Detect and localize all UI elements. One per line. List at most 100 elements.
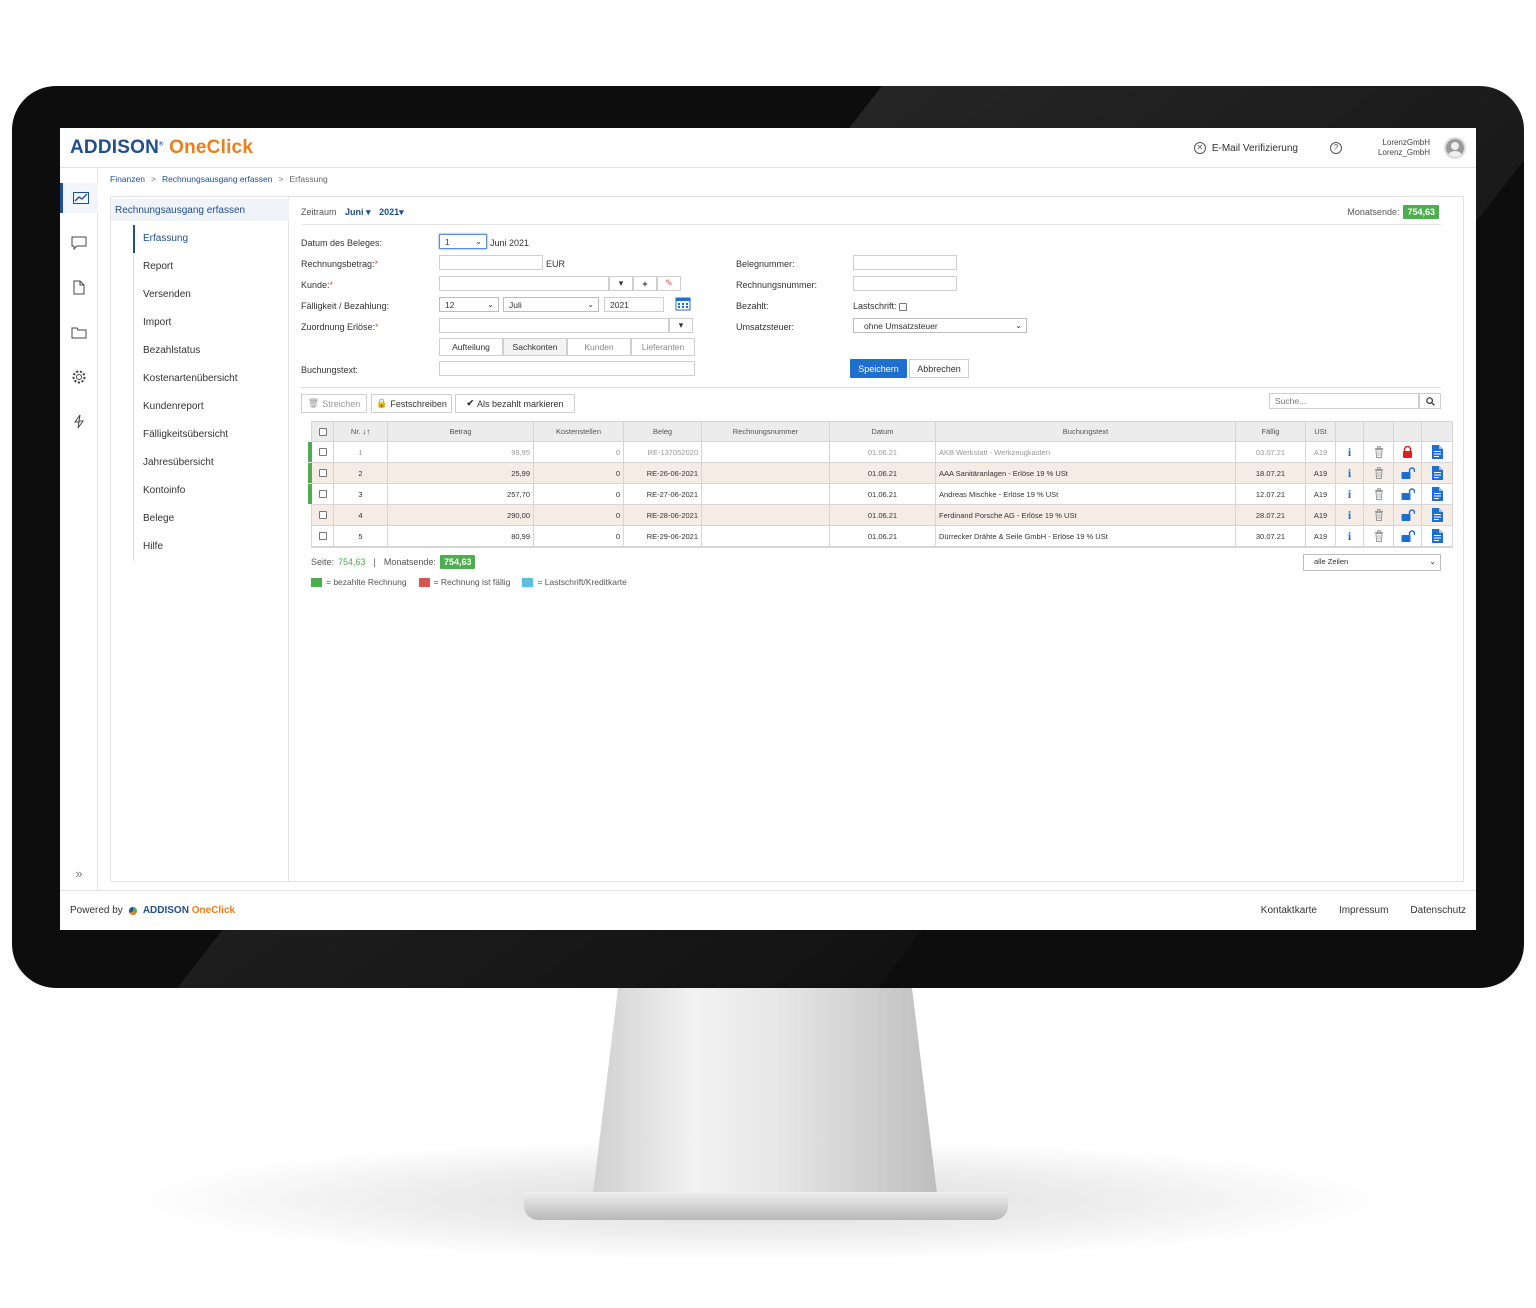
lastschrift-checkbox[interactable] bbox=[899, 302, 908, 311]
footer-link-kontaktkarte[interactable]: Kontaktkarte bbox=[1261, 905, 1317, 916]
subnav-item-4[interactable]: Bezahlstatus bbox=[134, 337, 289, 365]
table-row[interactable]: 4 290,00 0 RE-28-06-2021 01.06.21 Ferdinand P… bbox=[312, 505, 1452, 526]
header-ust[interactable]: USt bbox=[1306, 422, 1336, 441]
ust-select[interactable]: ohne Umsatzsteuer ⌄ bbox=[853, 318, 1027, 333]
table-row[interactable]: 5 80,99 0 RE-29-06-2021 01.06.21 Dürrecker Dr… bbox=[312, 526, 1452, 547]
unlock-icon[interactable] bbox=[1394, 526, 1422, 546]
breadcrumb-rechnungsausgang[interactable]: Rechnungsausgang erfassen bbox=[162, 174, 273, 184]
row-checkbox[interactable] bbox=[312, 463, 334, 483]
streichen-button[interactable]: 🗑 Streichen bbox=[301, 394, 367, 413]
row-checkbox[interactable] bbox=[312, 484, 334, 504]
belegnummer-input[interactable] bbox=[853, 255, 957, 270]
document-icon[interactable] bbox=[1422, 505, 1452, 525]
search-input[interactable]: Suche... bbox=[1269, 393, 1419, 409]
subnav-item-0[interactable]: Erfassung bbox=[133, 225, 289, 253]
table-row[interactable]: 1 99,95 0 RE-137052020 01.06.21 AKB Werkstatt… bbox=[308, 442, 1452, 463]
cancel-button[interactable]: Abbrechen bbox=[909, 359, 969, 378]
header-kostenstellen[interactable]: Kostenstellen bbox=[534, 422, 624, 441]
info-icon[interactable]: i bbox=[1336, 484, 1364, 504]
tab-sachkonten[interactable]: Sachkonten bbox=[503, 338, 567, 356]
add-icon[interactable]: + bbox=[633, 276, 657, 291]
calendar-icon[interactable] bbox=[675, 295, 691, 313]
email-verify-link[interactable]: ✕ E-Mail Verifizierung bbox=[1193, 142, 1298, 154]
chart-icon[interactable] bbox=[60, 183, 98, 213]
avatar[interactable] bbox=[1444, 137, 1466, 159]
subnav-item-5[interactable]: Kostenartenübersicht bbox=[134, 365, 289, 393]
subnav-item-9[interactable]: Kontoinfo bbox=[134, 477, 289, 505]
info-icon[interactable]: i bbox=[1336, 526, 1364, 546]
trash-icon[interactable] bbox=[1364, 442, 1394, 462]
save-button[interactable]: Speichern bbox=[850, 359, 907, 378]
subnav-item-11[interactable]: Hilfe bbox=[134, 533, 289, 561]
header-buchungstext[interactable]: Buchungstext bbox=[936, 422, 1236, 441]
select-all-checkbox[interactable] bbox=[312, 422, 334, 441]
chevron-down-icon[interactable]: ▾ bbox=[609, 276, 633, 291]
trash-icon[interactable] bbox=[1364, 463, 1394, 483]
rows-per-page-select[interactable]: alle Zeilen ⌄ bbox=[1303, 554, 1441, 571]
footer-link-datenschutz[interactable]: Datenschutz bbox=[1410, 905, 1466, 916]
zuordnung-dropdown-icon[interactable]: ▾ bbox=[669, 318, 693, 333]
subnav-item-2[interactable]: Versenden bbox=[134, 281, 289, 309]
user-info[interactable]: LorenzGmbH Lorenz_GmbH bbox=[1378, 138, 1430, 158]
unlock-icon[interactable] bbox=[1394, 463, 1422, 483]
folder-icon[interactable] bbox=[60, 317, 98, 347]
kunde-input[interactable] bbox=[439, 276, 609, 291]
subnav-item-3[interactable]: Import bbox=[134, 309, 289, 337]
header-rechnungsnummer[interactable]: Rechnungsnummer bbox=[702, 422, 830, 441]
faellig-day-select[interactable]: 12 ⌄ bbox=[439, 297, 499, 312]
subnav-item-7[interactable]: Fälligkeitsübersicht bbox=[134, 421, 289, 449]
document-icon[interactable] bbox=[60, 272, 98, 302]
festschreiben-button[interactable]: 🔒 Festschreiben bbox=[371, 394, 452, 413]
chat-icon[interactable] bbox=[60, 228, 98, 258]
document-icon[interactable] bbox=[1422, 463, 1452, 483]
subnav-item-1[interactable]: Report bbox=[134, 253, 289, 281]
header-beleg[interactable]: Beleg bbox=[624, 422, 702, 441]
document-icon[interactable] bbox=[1422, 526, 1452, 546]
header-betrag[interactable]: Betrag bbox=[388, 422, 534, 441]
tab-kunden[interactable]: Kunden bbox=[567, 338, 631, 356]
row-checkbox[interactable] bbox=[312, 442, 334, 462]
document-icon[interactable] bbox=[1422, 442, 1452, 462]
mark-paid-button[interactable]: ✔ Als bezahlt markieren bbox=[455, 394, 575, 413]
faellig-year-input[interactable]: 2021 bbox=[604, 297, 664, 312]
breadcrumb-finanzen[interactable]: Finanzen bbox=[110, 174, 145, 184]
row-checkbox[interactable] bbox=[312, 505, 334, 525]
year-dropdown[interactable]: 2021▾ bbox=[379, 207, 404, 217]
gear-icon[interactable] bbox=[60, 362, 98, 392]
lightning-icon[interactable] bbox=[60, 406, 98, 436]
expand-sidebar-icon[interactable]: » bbox=[60, 858, 98, 888]
rechnungsnummer-input[interactable] bbox=[853, 276, 957, 291]
info-icon[interactable]: i bbox=[1336, 442, 1364, 462]
faellig-month-select[interactable]: Juli ⌄ bbox=[503, 297, 599, 312]
document-icon[interactable] bbox=[1422, 484, 1452, 504]
app-logo[interactable]: ADDISON® OneClick bbox=[70, 137, 253, 159]
row-checkbox[interactable] bbox=[312, 526, 334, 546]
subnav-item-6[interactable]: Kundenreport bbox=[134, 393, 289, 421]
edit-pencil-icon[interactable]: ✎ bbox=[657, 276, 681, 291]
tab-aufteilung[interactable]: Aufteilung bbox=[439, 338, 503, 356]
table-row[interactable]: 3 257,70 0 RE-27-06-2021 01.06.21 Andreas Mis… bbox=[308, 484, 1452, 505]
header-faellig[interactable]: Fällig bbox=[1236, 422, 1306, 441]
subnav-item-10[interactable]: Belege bbox=[134, 505, 289, 533]
footer-link-impressum[interactable]: Impressum bbox=[1339, 905, 1388, 916]
unlock-icon[interactable] bbox=[1394, 505, 1422, 525]
datum-day-select[interactable]: 1 ⌄ bbox=[439, 234, 487, 249]
trash-icon[interactable] bbox=[1364, 484, 1394, 504]
lock-icon[interactable] bbox=[1394, 442, 1422, 462]
zuordnung-input[interactable] bbox=[439, 318, 669, 333]
info-icon[interactable]: i bbox=[1336, 505, 1364, 525]
betrag-input[interactable] bbox=[439, 255, 543, 270]
trash-icon[interactable] bbox=[1364, 505, 1394, 525]
tab-lieferanten[interactable]: Lieferanten bbox=[631, 338, 695, 356]
buchungstext-input[interactable] bbox=[439, 361, 695, 376]
search-icon[interactable] bbox=[1419, 393, 1441, 409]
table-row[interactable]: 2 25,99 0 RE-26-06-2021 01.06.21 AAA Sanitära… bbox=[308, 463, 1452, 484]
unlock-icon[interactable] bbox=[1394, 484, 1422, 504]
month-dropdown[interactable]: Juni ▾ bbox=[345, 207, 371, 217]
trash-icon[interactable] bbox=[1364, 526, 1394, 546]
info-icon[interactable]: i bbox=[1336, 463, 1364, 483]
header-datum[interactable]: Datum bbox=[830, 422, 936, 441]
subnav-item-8[interactable]: Jahresübersicht bbox=[134, 449, 289, 477]
help-icon[interactable]: ? bbox=[1329, 142, 1342, 154]
header-nr[interactable]: Nr. ↓↑ bbox=[334, 422, 388, 441]
